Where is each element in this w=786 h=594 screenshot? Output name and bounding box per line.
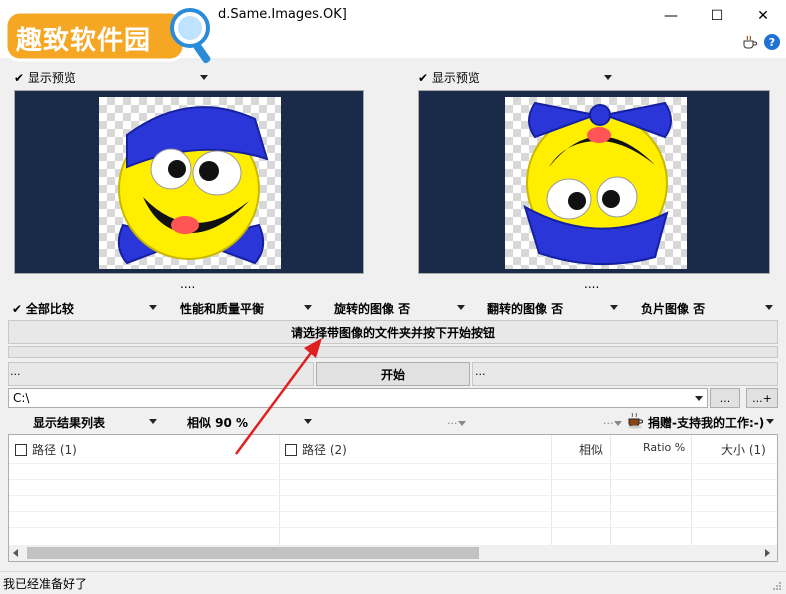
scroll-left-icon[interactable] bbox=[13, 549, 18, 557]
column-path-1[interactable]: 路径 (1) bbox=[15, 441, 77, 458]
folder-path-combo[interactable]: C:\ bbox=[8, 388, 708, 408]
negative-images-dropdown[interactable]: 负片图像 否 bbox=[641, 300, 705, 317]
chevron-down-icon[interactable] bbox=[149, 305, 157, 310]
right-preview-panel[interactable] bbox=[418, 90, 770, 274]
browse-button[interactable]: ... bbox=[710, 388, 740, 408]
right-options-menu[interactable]: ... bbox=[603, 414, 614, 427]
right-preview-label: 显示预览 bbox=[431, 71, 480, 85]
right-preview-image bbox=[505, 97, 687, 269]
quality-balance-dropdown[interactable]: 性能和质量平衡 bbox=[180, 300, 264, 317]
scrollbar-thumb[interactable] bbox=[27, 547, 479, 559]
chevron-down-icon[interactable] bbox=[766, 419, 774, 424]
chevron-down-icon[interactable] bbox=[457, 305, 465, 310]
chevron-down-icon[interactable] bbox=[765, 305, 773, 310]
resize-grip-icon[interactable] bbox=[772, 580, 782, 590]
row-separator bbox=[9, 495, 777, 496]
chevron-down-icon[interactable] bbox=[614, 421, 622, 426]
chevron-down-icon[interactable] bbox=[458, 421, 466, 426]
site-logo: 趣致软件园 bbox=[4, 6, 216, 68]
annotation-arrow bbox=[234, 338, 322, 455]
chevron-down-icon[interactable] bbox=[304, 305, 312, 310]
right-preview-toggle[interactable]: ✔ 显示预览 bbox=[418, 69, 480, 86]
minimize-button[interactable]: — bbox=[648, 0, 694, 32]
logo-text: 趣致软件园 bbox=[16, 26, 152, 56]
window-title: d.Same.Images.OK] bbox=[218, 7, 347, 22]
horizontal-scrollbar[interactable] bbox=[9, 545, 777, 561]
left-preview-toggle[interactable]: ✔ 显示预览 bbox=[14, 69, 76, 86]
chevron-down-icon[interactable] bbox=[604, 75, 612, 80]
start-button[interactable]: 开始 bbox=[316, 362, 470, 386]
row-separator bbox=[9, 527, 777, 528]
select-all-1-checkbox[interactable] bbox=[15, 444, 27, 456]
column-path-1-label: 路径 (1) bbox=[32, 443, 77, 457]
status-text: 我已经准备好了 bbox=[3, 577, 88, 591]
row-separator bbox=[9, 479, 777, 480]
close-button[interactable]: ✕ bbox=[740, 0, 786, 32]
row-separator bbox=[9, 463, 777, 464]
row-separator bbox=[9, 511, 777, 512]
mid-options-menu[interactable]: ... bbox=[447, 414, 458, 427]
checkmark-icon: ✔ bbox=[418, 71, 429, 85]
left-preview-image bbox=[99, 97, 281, 269]
column-ratio[interactable]: Ratio % bbox=[643, 441, 685, 454]
status-bar: 我已经准备好了 bbox=[0, 571, 786, 593]
compare-mode-label: 全部比较 bbox=[25, 302, 74, 316]
column-size-1[interactable]: 大小 (1) bbox=[721, 441, 766, 458]
coffee-cup-icon[interactable] bbox=[627, 411, 645, 429]
chevron-down-icon[interactable] bbox=[695, 396, 703, 401]
left-preview-panel[interactable] bbox=[14, 90, 364, 274]
flipped-images-dropdown[interactable]: 翻转的图像 否 bbox=[487, 300, 563, 317]
compare-mode-dropdown[interactable]: ✔ 全部比较 bbox=[12, 300, 74, 317]
checkmark-icon: ✔ bbox=[14, 71, 25, 85]
folder-path-value: C:\ bbox=[13, 391, 30, 405]
scroll-right-icon[interactable] bbox=[765, 549, 770, 557]
coffee-icon[interactable] bbox=[742, 34, 758, 50]
add-folder-button[interactable]: ...+ bbox=[746, 388, 778, 408]
right-preview-footer: .... bbox=[584, 277, 600, 291]
instruction-bar: 请选择带图像的文件夹并按下开始按钮 bbox=[8, 320, 778, 344]
chevron-down-icon[interactable] bbox=[200, 75, 208, 80]
result-list-dropdown[interactable]: 显示结果列表 bbox=[33, 414, 105, 431]
progress-bar bbox=[8, 346, 778, 358]
rotated-images-dropdown[interactable]: 旋转的图像 否 bbox=[334, 300, 410, 317]
column-divider bbox=[610, 435, 611, 545]
column-similarity[interactable]: 相似 bbox=[579, 441, 603, 458]
column-divider bbox=[551, 435, 552, 545]
column-divider bbox=[691, 435, 692, 545]
right-status-field: ... bbox=[472, 362, 778, 386]
left-preview-label: 显示预览 bbox=[27, 71, 76, 85]
checkmark-icon: ✔ bbox=[12, 302, 23, 316]
help-icon[interactable]: ? bbox=[764, 34, 780, 50]
chevron-down-icon[interactable] bbox=[610, 305, 618, 310]
maximize-button[interactable]: ☐ bbox=[694, 0, 740, 32]
donate-link[interactable]: 捐赠-支持我的工作:-) bbox=[648, 414, 764, 431]
chevron-down-icon[interactable] bbox=[149, 419, 157, 424]
results-table[interactable]: 路径 (1) 路径 (2) 相似 Ratio % 大小 (1) bbox=[8, 434, 778, 562]
left-preview-footer: .... bbox=[180, 277, 196, 291]
